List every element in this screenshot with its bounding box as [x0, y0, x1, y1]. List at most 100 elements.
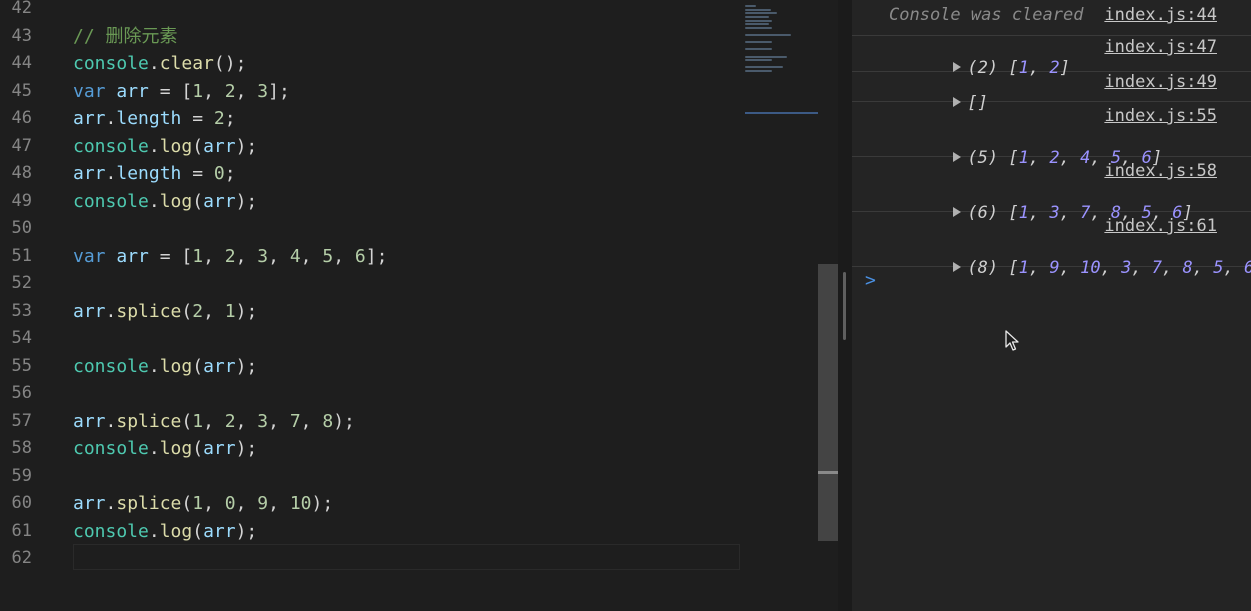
code-text[interactable]: console.log(arr); [73, 353, 257, 381]
minimap-line [745, 26, 773, 29]
minimap-line [745, 23, 769, 26]
line-number: 45 [11, 80, 32, 101]
line-number: 53 [11, 300, 32, 321]
array-value: 9 [1049, 258, 1060, 278]
line-number: 47 [11, 135, 32, 156]
line-number: 58 [11, 438, 32, 458]
code-text[interactable]: // 删除元素 [73, 23, 178, 51]
minimap-line [745, 55, 787, 58]
array-value: 7 [1151, 258, 1163, 278]
code-editor[interactable]: 42 43 // 删除元素 44 console.clear(); 45 var arr =… [0, 0, 838, 611]
minimap-line [745, 66, 784, 69]
devtools-console[interactable]: Console was cleared index.js:44 (2) [1, … [852, 0, 1251, 611]
editor-scrollbar-thumb[interactable] [818, 264, 838, 541]
console-message[interactable]: index.js:58 (6) [1, 3, 7, 8, 5, 6] [852, 157, 1251, 223]
code-text[interactable]: arr.length = 0; [73, 160, 236, 188]
current-line-highlight [73, 544, 740, 570]
code-line[interactable]: 52 [0, 270, 745, 298]
line-number: 50 [11, 218, 32, 238]
line-number: 59 [11, 465, 32, 486]
code-text[interactable]: var arr = [1, 2, 3]; [73, 78, 290, 106]
code-text[interactable]: arr.splice(1, 2, 3, 7, 8); [73, 408, 355, 436]
source-link[interactable]: index.js:58 [1104, 161, 1217, 181]
minimap-line [745, 5, 757, 8]
code-line[interactable]: 54 [0, 325, 745, 353]
code-line[interactable]: 45 var arr = [1, 2, 3]; [0, 78, 745, 106]
minimap-line [745, 12, 777, 15]
code-line[interactable]: 61 console.log(arr); [0, 518, 745, 546]
code-text[interactable]: var arr = [1, 2, 3, 4, 5, 6]; [73, 243, 387, 271]
code-line[interactable]: 56 [0, 380, 745, 408]
minimap-line [745, 69, 773, 72]
code-text[interactable]: console.log(arr); [73, 518, 257, 546]
panel-divider-handle[interactable] [843, 272, 846, 340]
minimap-line [745, 41, 773, 44]
minimap-line [745, 8, 771, 11]
code-text[interactable]: console.log(arr); [73, 188, 257, 216]
line-number: 48 [11, 163, 32, 183]
console-message[interactable]: [] index.js:49 [852, 72, 1251, 113]
minimap-slider[interactable] [745, 112, 818, 114]
line-number: 42 [11, 0, 32, 18]
console-cleared-text: Console was cleared [889, 5, 1084, 25]
minimap-line [745, 59, 773, 62]
code-line[interactable]: 58 console.log(arr); [0, 435, 745, 463]
code-line[interactable]: 46 arr.length = 2; [0, 105, 745, 133]
code-text[interactable]: arr.splice(1, 0, 9, 10); [73, 490, 333, 518]
line-number: 61 [11, 520, 32, 541]
line-number: 43 [11, 25, 32, 46]
line-number: 51 [11, 245, 32, 266]
minimap[interactable] [745, 0, 818, 115]
code-text[interactable]: arr.length = 2; [73, 105, 236, 133]
source-link[interactable]: index.js:55 [1104, 106, 1217, 126]
code-text[interactable]: console.clear(); [73, 50, 246, 78]
triangle-right-icon[interactable] [953, 262, 962, 272]
minimap-line [745, 33, 792, 36]
code-line[interactable]: 51 var arr = [1, 2, 3, 4, 5, 6]; [0, 243, 745, 271]
array-value: 5 [1213, 258, 1224, 278]
console-message[interactable]: index.js:55 (5) [1, 2, 4, 5, 6] [852, 102, 1251, 168]
line-number: 62 [11, 548, 32, 568]
line-number: 60 [11, 493, 32, 513]
code-line[interactable]: 53 arr.splice(2, 1); [0, 298, 745, 326]
code-line[interactable]: 43 // 删除元素 [0, 23, 745, 51]
line-number: 52 [11, 273, 32, 293]
code-line[interactable]: 57 arr.splice(1, 2, 3, 7, 8); [0, 408, 745, 436]
console-array-output[interactable]: (8) [1, 9, 10, 3, 7, 8, 5, 6] [892, 238, 1251, 298]
minimap-line [745, 15, 769, 18]
code-line[interactable]: 50 [0, 215, 745, 243]
code-line[interactable]: 59 [0, 463, 745, 491]
line-number: 46 [11, 108, 32, 128]
array-value: 8 [1182, 258, 1193, 278]
code-lines[interactable]: 42 43 // 删除元素 44 console.clear(); 45 var arr =… [0, 0, 745, 573]
array-value: 3 [1121, 258, 1132, 278]
line-number: 49 [11, 190, 32, 211]
source-link[interactable]: index.js:49 [1104, 72, 1217, 92]
array-value: 6 [1244, 258, 1251, 278]
line-number: 56 [11, 383, 32, 403]
console-message[interactable]: index.js:61 (8) [1, 9, 10, 3, 7, 8, 5, 6… [852, 212, 1251, 278]
code-line[interactable]: 42 [0, 0, 745, 23]
line-number: 55 [11, 355, 32, 376]
source-link[interactable]: index.js:44 [1104, 5, 1217, 25]
mouse-pointer-icon [1005, 330, 1019, 351]
code-line[interactable]: 49 console.log(arr); [0, 188, 745, 216]
code-line[interactable]: 44 console.clear(); [0, 50, 745, 78]
array-length: (8) [967, 258, 1009, 278]
code-text[interactable]: console.log(arr); [73, 435, 257, 463]
code-line[interactable]: 60 arr.splice(1, 0, 9, 10); [0, 490, 745, 518]
console-prompt[interactable]: > [865, 270, 876, 291]
source-link[interactable]: index.js:47 [1104, 37, 1217, 57]
line-number: 57 [11, 410, 32, 431]
code-text[interactable]: arr.splice(2, 1); [73, 298, 257, 326]
array-value: 1 [1018, 258, 1029, 278]
triangle-right-icon[interactable] [953, 62, 962, 72]
editor-scrollbar-marker [818, 471, 838, 474]
code-line[interactable]: 47 console.log(arr); [0, 133, 745, 161]
console-message[interactable]: (2) [1, 2] index.js:47 [852, 36, 1251, 78]
source-link[interactable]: index.js:61 [1104, 216, 1217, 236]
code-text[interactable]: console.log(arr); [73, 133, 257, 161]
minimap-line [745, 19, 773, 22]
code-line[interactable]: 55 console.log(arr); [0, 353, 745, 381]
code-line[interactable]: 48 arr.length = 0; [0, 160, 745, 188]
